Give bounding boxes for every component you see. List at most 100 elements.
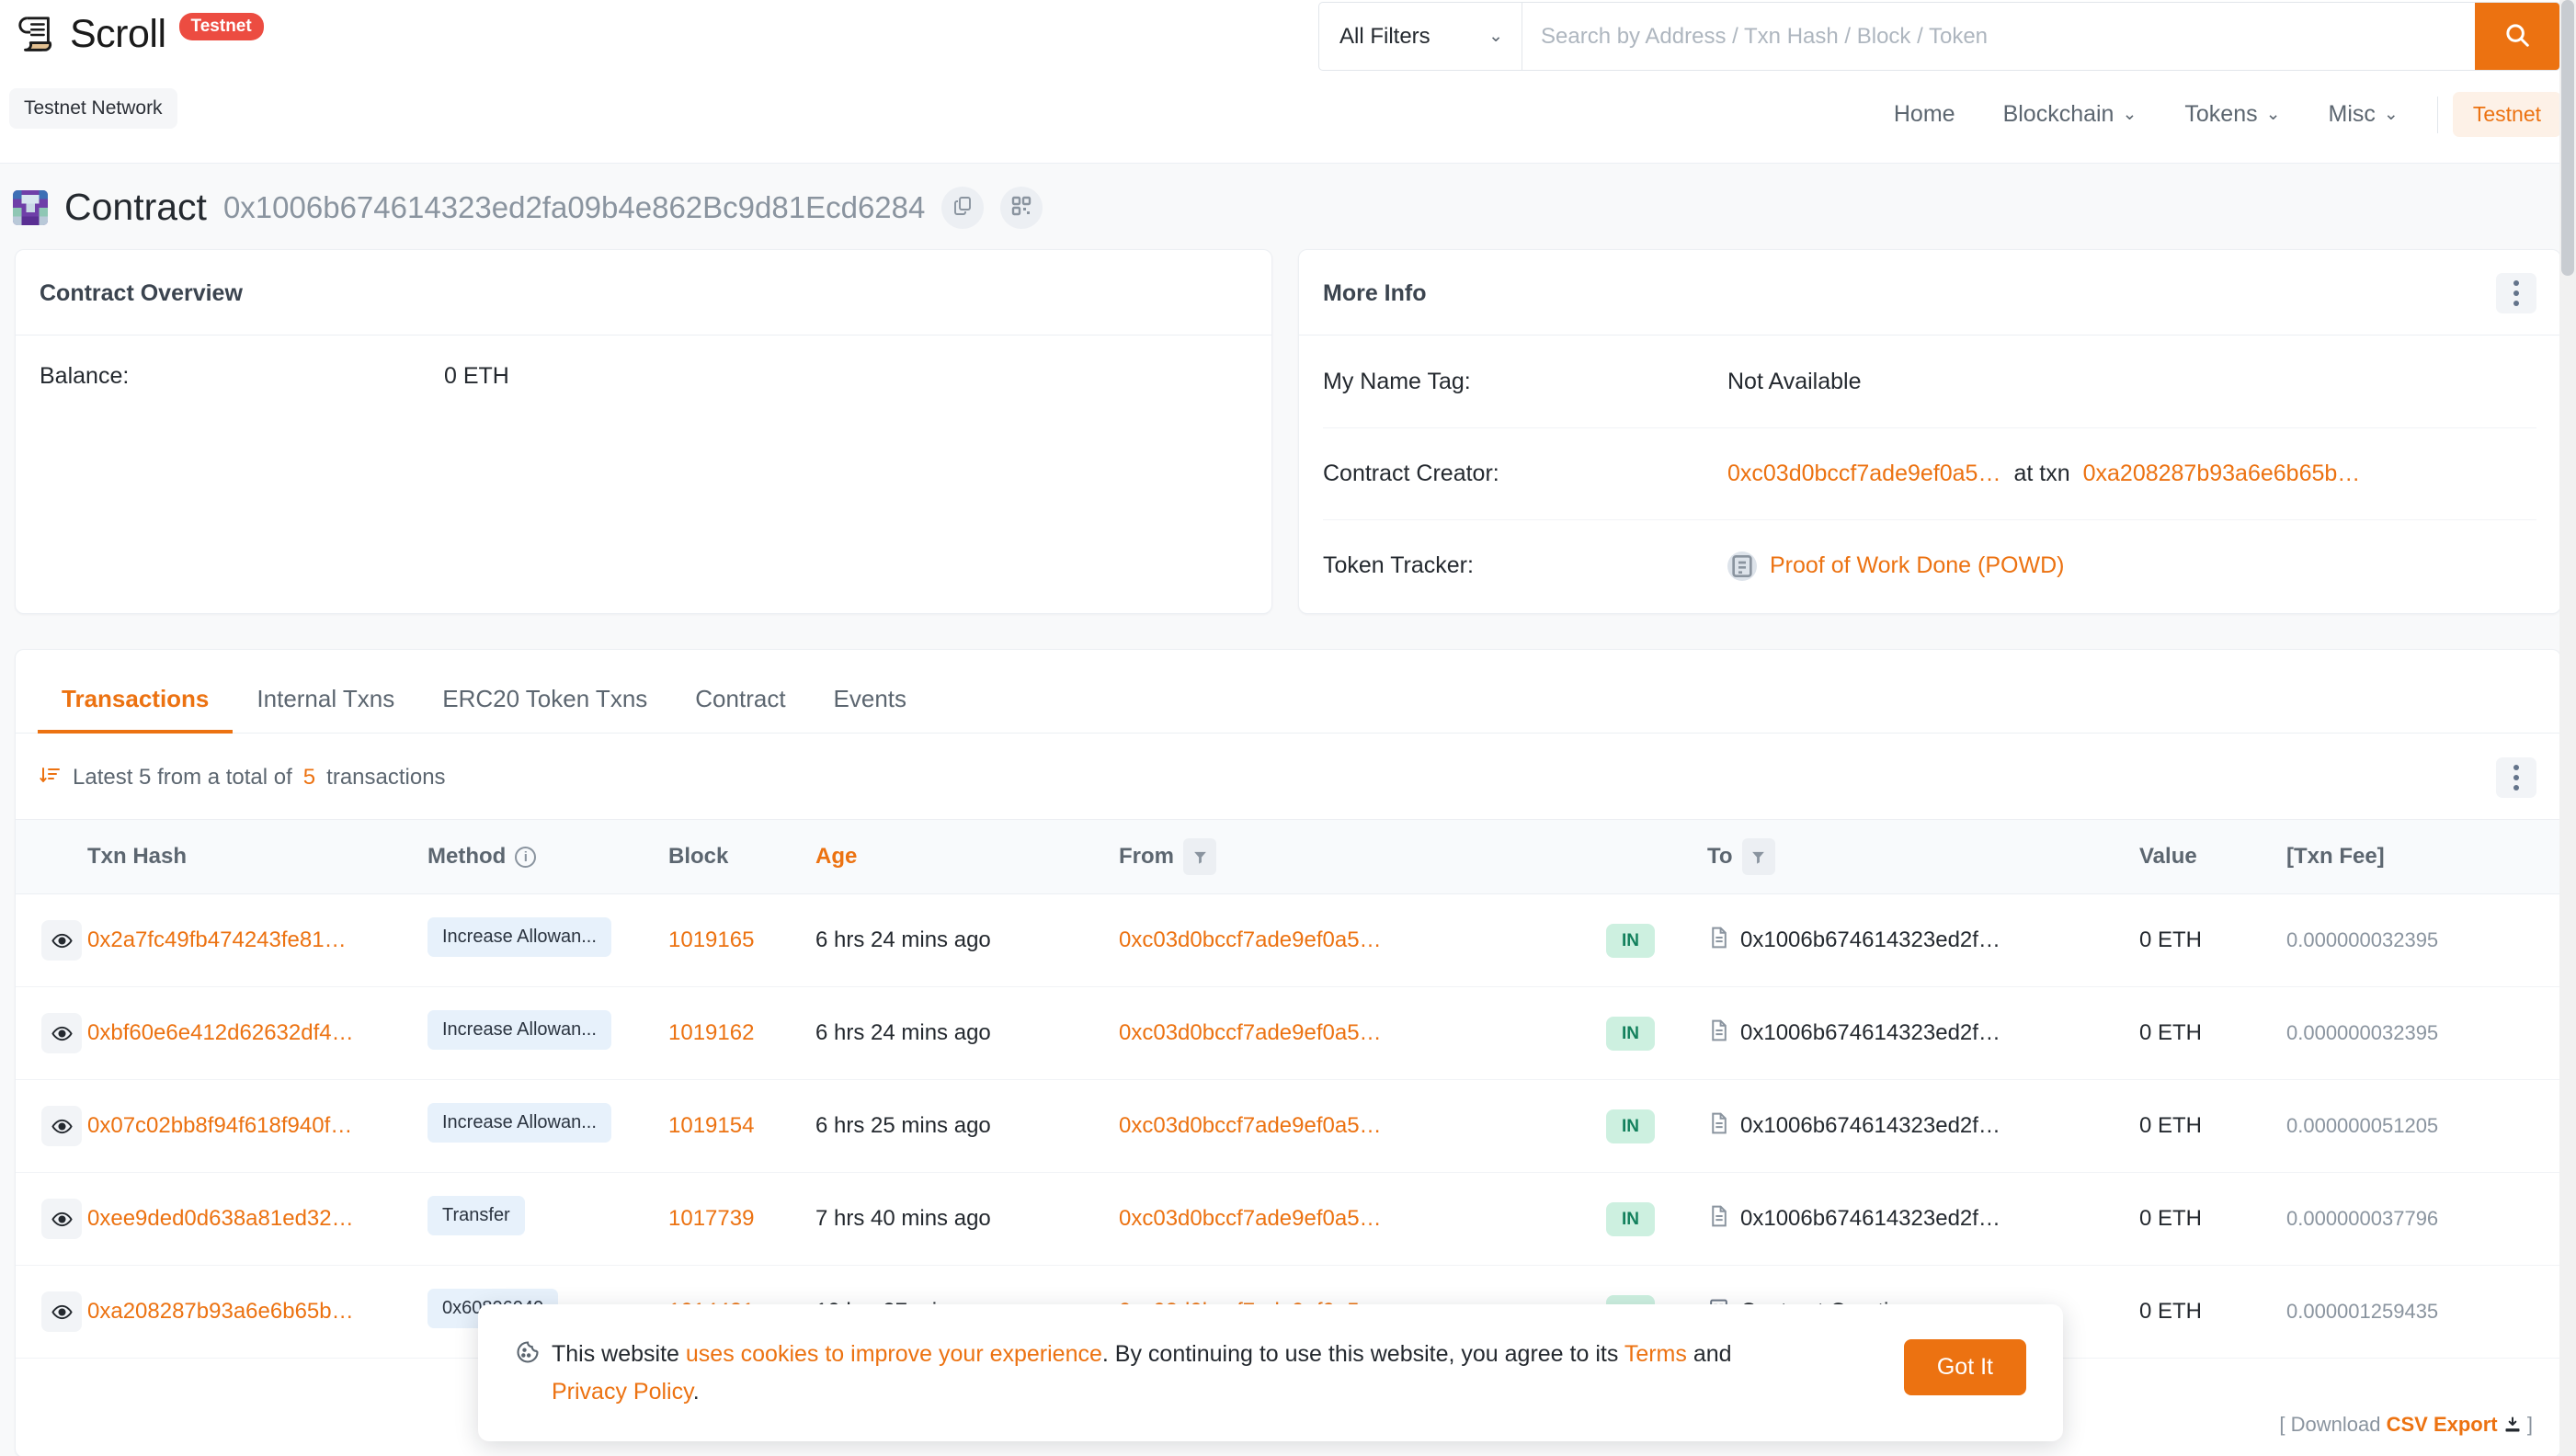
contract-overview-card: Contract Overview Balance: 0 ETH <box>15 249 1272 614</box>
cookie-part1: This website <box>552 1341 686 1367</box>
from-address-link[interactable]: 0xc03d0bccf7ade9ef0a5… <box>1119 1020 1382 1045</box>
eye-icon[interactable] <box>41 1106 82 1146</box>
nav-item-misc[interactable]: Misc ⌄ <box>2305 92 2422 137</box>
overview-title: Contract Overview <box>40 279 243 306</box>
nav-item-home[interactable]: Home <box>1870 92 1979 137</box>
tab-internal-txns[interactable]: Internal Txns <box>233 685 418 733</box>
eye-icon[interactable] <box>41 1013 82 1053</box>
eye-icon[interactable] <box>41 1199 82 1239</box>
from-address-link[interactable]: 0xc03d0bccf7ade9ef0a5… <box>1119 927 1382 952</box>
token-tracker-value: Proof of Work Done (POWD) <box>1727 551 2064 581</box>
table-row[interactable]: 0xbf60e6e412d62632df4… Increase Allowan.… <box>16 986 2560 1080</box>
table-row[interactable]: 0xee9ded0d638a81ed32… Transfer 1017739 7… <box>16 1172 2560 1266</box>
search-button[interactable] <box>2475 3 2559 70</box>
txn-hash-link[interactable]: 0xa208287b93a6e6b65b… <box>87 1299 354 1324</box>
nav-item-tokens[interactable]: Tokens ⌄ <box>2160 92 2304 137</box>
cookie-text-body: This website uses cookies to improve you… <box>552 1336 1793 1410</box>
txn-hash-link[interactable]: 0x07c02bb8f94f618f940f… <box>87 1113 352 1138</box>
terms-link[interactable]: Terms <box>1624 1341 1687 1367</box>
summary-text-after: transactions <box>326 764 446 790</box>
network-chip[interactable]: Testnet Network <box>9 88 177 129</box>
tab-erc20-token-txns[interactable]: ERC20 Token Txns <box>418 685 671 733</box>
to-address[interactable]: 0x1006b674614323ed2f… <box>1740 1206 2000 1232</box>
tab-contract[interactable]: Contract <box>671 685 809 733</box>
from-address-link[interactable]: 0xc03d0bccf7ade9ef0a5… <box>1119 1113 1382 1138</box>
info-icon[interactable]: i <box>515 846 537 868</box>
download-icon <box>2503 1413 2527 1436</box>
page-title-label: Contract <box>64 186 207 228</box>
tab-transactions[interactable]: Transactions <box>38 685 234 734</box>
block-link[interactable]: 1019154 <box>668 1113 754 1138</box>
age-value: 6 hrs 24 mins ago <box>815 927 991 952</box>
col-label: Method <box>427 844 507 869</box>
direction-badge: IN <box>1606 1109 1655 1143</box>
eye-icon[interactable] <box>41 1291 82 1332</box>
nav-item-blockchain[interactable]: Blockchain ⌄ <box>1979 92 2161 137</box>
block-link[interactable]: 1017739 <box>668 1206 754 1231</box>
token-tracker-link[interactable]: Proof of Work Done (POWD) <box>1770 552 2064 579</box>
table-row[interactable]: 0x07c02bb8f94f618f940f… Increase Allowan… <box>16 1079 2560 1173</box>
qr-code-button[interactable] <box>1000 186 1043 229</box>
copy-address-button[interactable] <box>941 186 985 229</box>
block-link[interactable]: 1019162 <box>668 1020 754 1045</box>
to-address[interactable]: 0x1006b674614323ed2f… <box>1740 927 2000 953</box>
more-info-title: More Info <box>1323 279 1427 306</box>
at-txn-label: at txn <box>2013 461 2070 486</box>
brand[interactable]: Scroll Testnet <box>15 13 264 55</box>
table-row[interactable]: 0x2a7fc49fb474243fe81… Increase Allowan.… <box>16 893 2560 987</box>
download-label: Download <box>2290 1413 2381 1436</box>
eye-icon[interactable] <box>41 920 82 961</box>
contract-doc-icon <box>1707 1018 1730 1050</box>
got-it-button[interactable]: Got It <box>1903 1339 2026 1395</box>
chevron-down-icon: ⌄ <box>2383 105 2399 124</box>
txn-hash-link[interactable]: 0xbf60e6e412d62632df4… <box>87 1020 354 1045</box>
transactions-table-body: 0x2a7fc49fb474243fe81… Increase Allowan.… <box>16 893 2560 1359</box>
csv-export-link[interactable]: CSV Export <box>2387 1413 2498 1436</box>
chevron-down-icon: ⌄ <box>1488 27 1503 46</box>
from-address-link[interactable]: 0xc03d0bccf7ade9ef0a5… <box>1119 1206 1382 1231</box>
filter-icon[interactable] <box>1741 838 1775 875</box>
creator-address-link[interactable]: 0xc03d0bccf7ade9ef0a5… <box>1727 461 2000 487</box>
contract-creator-value: 0xc03d0bccf7ade9ef0a5… at txn 0xa208287b… <box>1727 461 2360 487</box>
direction-badge: IN <box>1606 1016 1655 1051</box>
to-address[interactable]: 0x1006b674614323ed2f… <box>1740 1020 2000 1046</box>
privacy-policy-link[interactable]: Privacy Policy <box>552 1379 693 1405</box>
col-age[interactable]: Age <box>815 819 1119 894</box>
col-txn-hash: Txn Hash <box>87 819 427 894</box>
contract-overview-body: Balance: 0 ETH <box>16 336 1271 418</box>
scrollbar-thumb[interactable] <box>2561 0 2574 276</box>
contract-address: 0x1006b674614323ed2fa09b4e862Bc9d81Ecd62… <box>222 189 926 224</box>
cookie-usage-link[interactable]: uses cookies to improve your experience <box>686 1341 1102 1367</box>
txn-fee: 0.000000051205 <box>2286 1114 2439 1137</box>
page-scrollbar[interactable] <box>2559 0 2576 1456</box>
txn-hash-link[interactable]: 0x2a7fc49fb474243fe81… <box>87 927 347 952</box>
more-info-menu-button[interactable] <box>2496 273 2536 313</box>
txn-hash-link[interactable]: 0xee9ded0d638a81ed32… <box>87 1206 354 1231</box>
col-value: Value <box>2139 819 2286 894</box>
contract-creator-label: Contract Creator: <box>1323 461 1499 486</box>
transactions-menu-button[interactable] <box>2496 756 2536 798</box>
more-info-body: My Name Tag: Not Available Contract Crea… <box>1299 336 2560 611</box>
to-address[interactable]: 0x1006b674614323ed2f… <box>1740 1113 2000 1139</box>
filter-icon[interactable] <box>1183 838 1216 875</box>
method-badge: Increase Allowan... <box>427 917 611 957</box>
network-switch-button[interactable]: Testnet <box>2452 92 2561 137</box>
bracket-close: ] <box>2526 1413 2533 1436</box>
name-tag-row: My Name Tag: Not Available <box>1323 336 2536 427</box>
block-link[interactable]: 1019165 <box>668 927 754 952</box>
tab-events[interactable]: Events <box>810 685 931 733</box>
age-value: 6 hrs 25 mins ago <box>815 1113 991 1138</box>
more-info-card: More Info My Name Tag: Not Available Con… <box>1298 249 2561 614</box>
qr-code-icon <box>1010 195 1032 220</box>
main-nav: Home Blockchain ⌄ Tokens ⌄ Misc ⌄ Testne… <box>1870 92 2561 137</box>
search-input[interactable] <box>1522 3 2475 70</box>
col-direction <box>1606 819 1707 894</box>
transactions-count-summary: Latest 5 from a total of 5 transactions <box>40 764 446 791</box>
nav-label: Tokens <box>2184 101 2258 127</box>
balance-label: Balance: <box>40 363 130 389</box>
all-filters-dropdown[interactable]: All Filters ⌄ <box>1319 3 1522 70</box>
col-block: Block <box>668 819 815 894</box>
site-header: Scroll Testnet Testnet Network All Filte… <box>0 0 2576 164</box>
chevron-down-icon: ⌄ <box>2265 105 2281 124</box>
creation-txn-link[interactable]: 0xa208287b93a6e6b65b… <box>2083 461 2361 487</box>
